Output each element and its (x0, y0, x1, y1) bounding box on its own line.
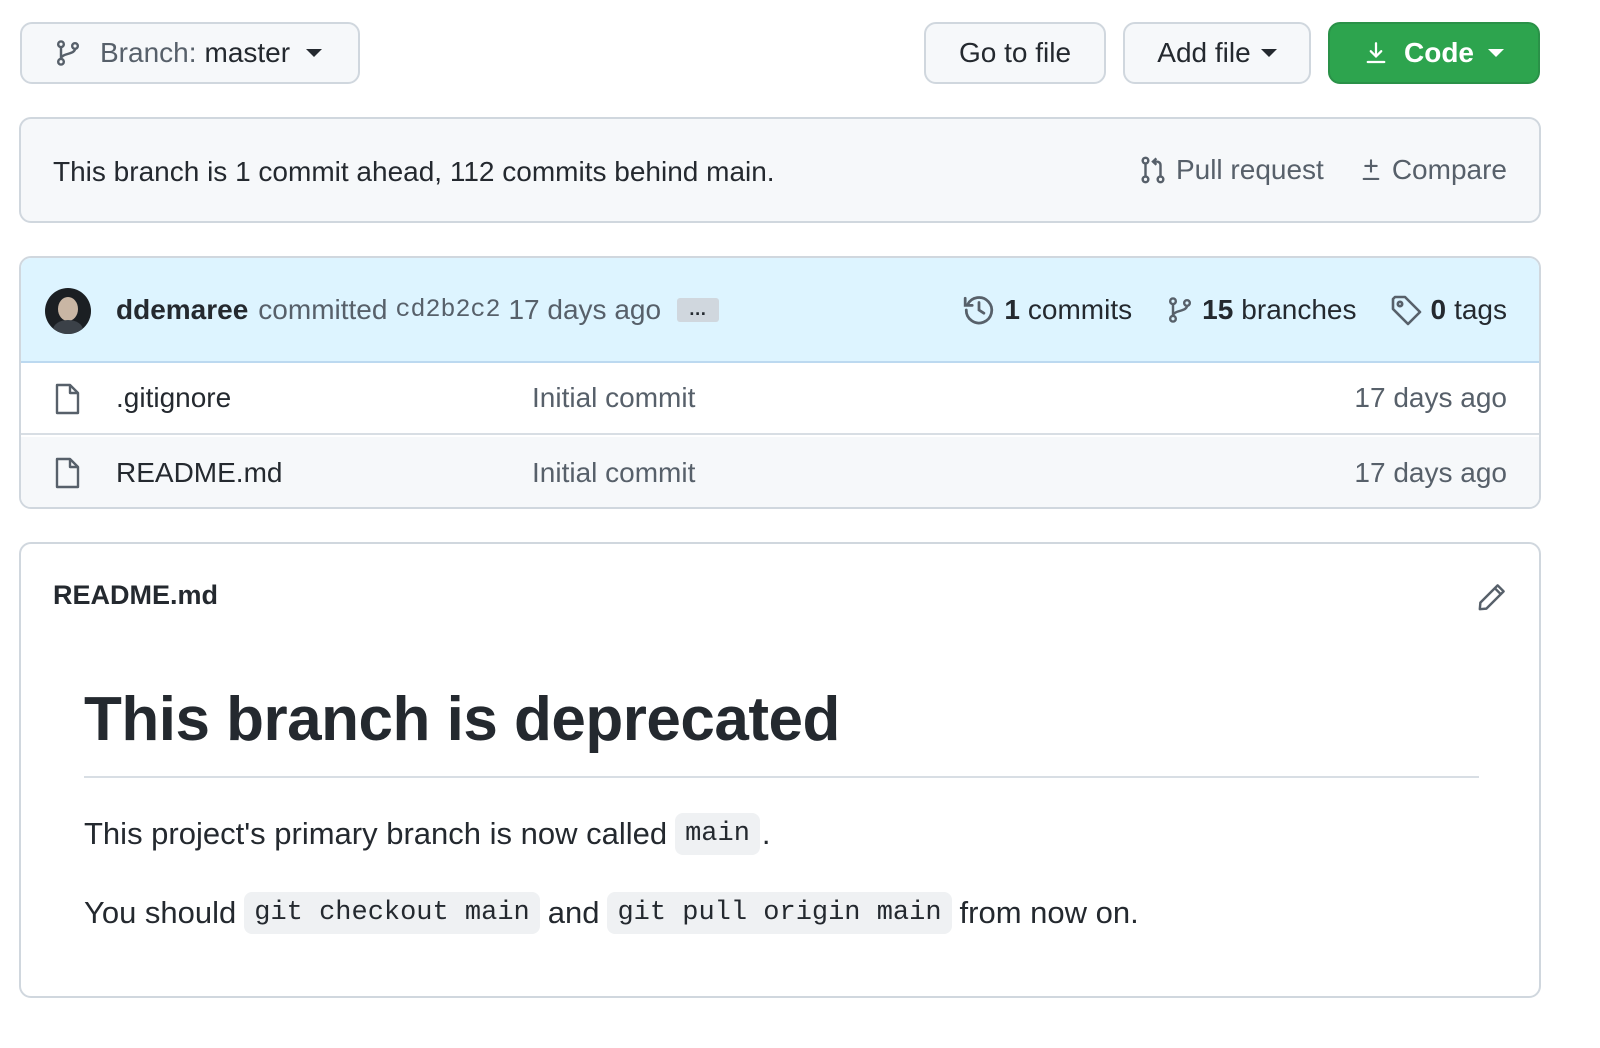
pencil-icon[interactable] (1477, 582, 1507, 612)
history-icon (962, 293, 996, 327)
p2-text-mid: and (547, 895, 600, 930)
file-name-link[interactable]: README.md (116, 457, 282, 489)
p2-text-before: You should (84, 895, 237, 930)
p1-text-after: . (761, 816, 771, 851)
pull-request-label: Pull request (1175, 154, 1324, 185)
inline-code-main: main (675, 813, 760, 855)
branches-count: 15 (1202, 293, 1234, 325)
latest-commit-bar: ddemaree committed cd2b2c2 17 days ago …… (21, 258, 1539, 363)
file-icon (53, 383, 81, 415)
tags-label: tags (1454, 293, 1507, 325)
branch-actions: Pull request Compare (1138, 119, 1507, 221)
commits-count: 1 (1004, 293, 1020, 325)
commit-verb: committed (258, 293, 388, 325)
file-name-link[interactable]: .gitignore (116, 382, 231, 414)
branches-link[interactable]: 15 branches (1166, 294, 1356, 326)
add-file-label: Add file (1157, 37, 1251, 68)
file-commit-message-link[interactable]: Initial commit (532, 457, 695, 489)
compare-link[interactable]: Compare (1358, 154, 1507, 186)
inline-code-pull: git pull origin main (607, 892, 952, 934)
p2-text-after: from now on. (959, 895, 1139, 930)
branch-status-box: This branch is 1 commit ahead, 112 commi… (19, 117, 1541, 223)
branch-status-message: This branch is 1 commit ahead, 112 commi… (53, 156, 775, 187)
download-icon (1364, 39, 1388, 67)
branch-prefix-label: Branch: (100, 37, 197, 68)
repo-page: Branch: master Go to file Add file Code … (0, 0, 1600, 1048)
chevron-down-icon (1488, 49, 1504, 57)
file-commit-message-link[interactable]: Initial commit (532, 382, 695, 414)
tags-link[interactable]: 0 tags (1390, 294, 1507, 326)
file-age: 17 days ago (1354, 382, 1507, 413)
file-icon (53, 457, 81, 489)
pull-request-icon (1138, 154, 1168, 186)
commit-message-expand-button[interactable]: … (677, 297, 720, 322)
readme-paragraph-2: You should git checkout main and git pul… (84, 892, 1139, 934)
chevron-down-icon (306, 49, 323, 57)
commit-sha-link[interactable]: cd2b2c2 (395, 295, 500, 324)
add-file-button[interactable]: Add file (1123, 22, 1311, 84)
heading-divider (84, 776, 1479, 778)
repo-stats: 1 commits 15 branches 0 tags (962, 258, 1507, 361)
branches-label: branches (1241, 293, 1357, 325)
commit-time: 17 days ago (508, 293, 662, 325)
compare-label: Compare (1391, 154, 1507, 185)
readme-heading: This branch is deprecated (84, 685, 840, 754)
readme-title: README.md (53, 580, 219, 610)
commits-link[interactable]: 1 commits (962, 293, 1132, 327)
branch-select-button[interactable]: Branch: master (20, 22, 360, 84)
diff-icon (1358, 154, 1384, 186)
code-button[interactable]: Code (1328, 22, 1540, 84)
pull-request-link[interactable]: Pull request (1138, 154, 1324, 186)
readme-panel: README.md This branch is deprecated This… (19, 542, 1541, 998)
tag-icon (1390, 294, 1422, 326)
avatar[interactable] (45, 288, 91, 334)
file-age: 17 days ago (1354, 457, 1507, 488)
commits-label: commits (1027, 293, 1133, 325)
inline-code-checkout: git checkout main (244, 892, 540, 934)
file-row[interactable]: .gitignore Initial commit 17 days ago (21, 363, 1539, 435)
readme-paragraph-1: This project's primary branch is now cal… (84, 813, 771, 855)
p1-text-before: This project's primary branch is now cal… (84, 816, 668, 851)
tags-count: 0 (1430, 293, 1447, 325)
git-branch-icon (1166, 294, 1194, 326)
commit-author-link[interactable]: ddemaree (116, 294, 248, 326)
file-list: ddemaree committed cd2b2c2 17 days ago …… (19, 256, 1541, 509)
latest-commit-info: ddemaree committed cd2b2c2 17 days ago … (116, 258, 720, 361)
file-row[interactable]: README.md Initial commit 17 days ago (21, 437, 1539, 507)
branch-name-label: master (204, 37, 291, 68)
code-label: Code (1404, 37, 1474, 68)
git-branch-icon (54, 37, 82, 69)
go-to-file-button[interactable]: Go to file (924, 22, 1106, 84)
chevron-down-icon (1260, 49, 1277, 57)
